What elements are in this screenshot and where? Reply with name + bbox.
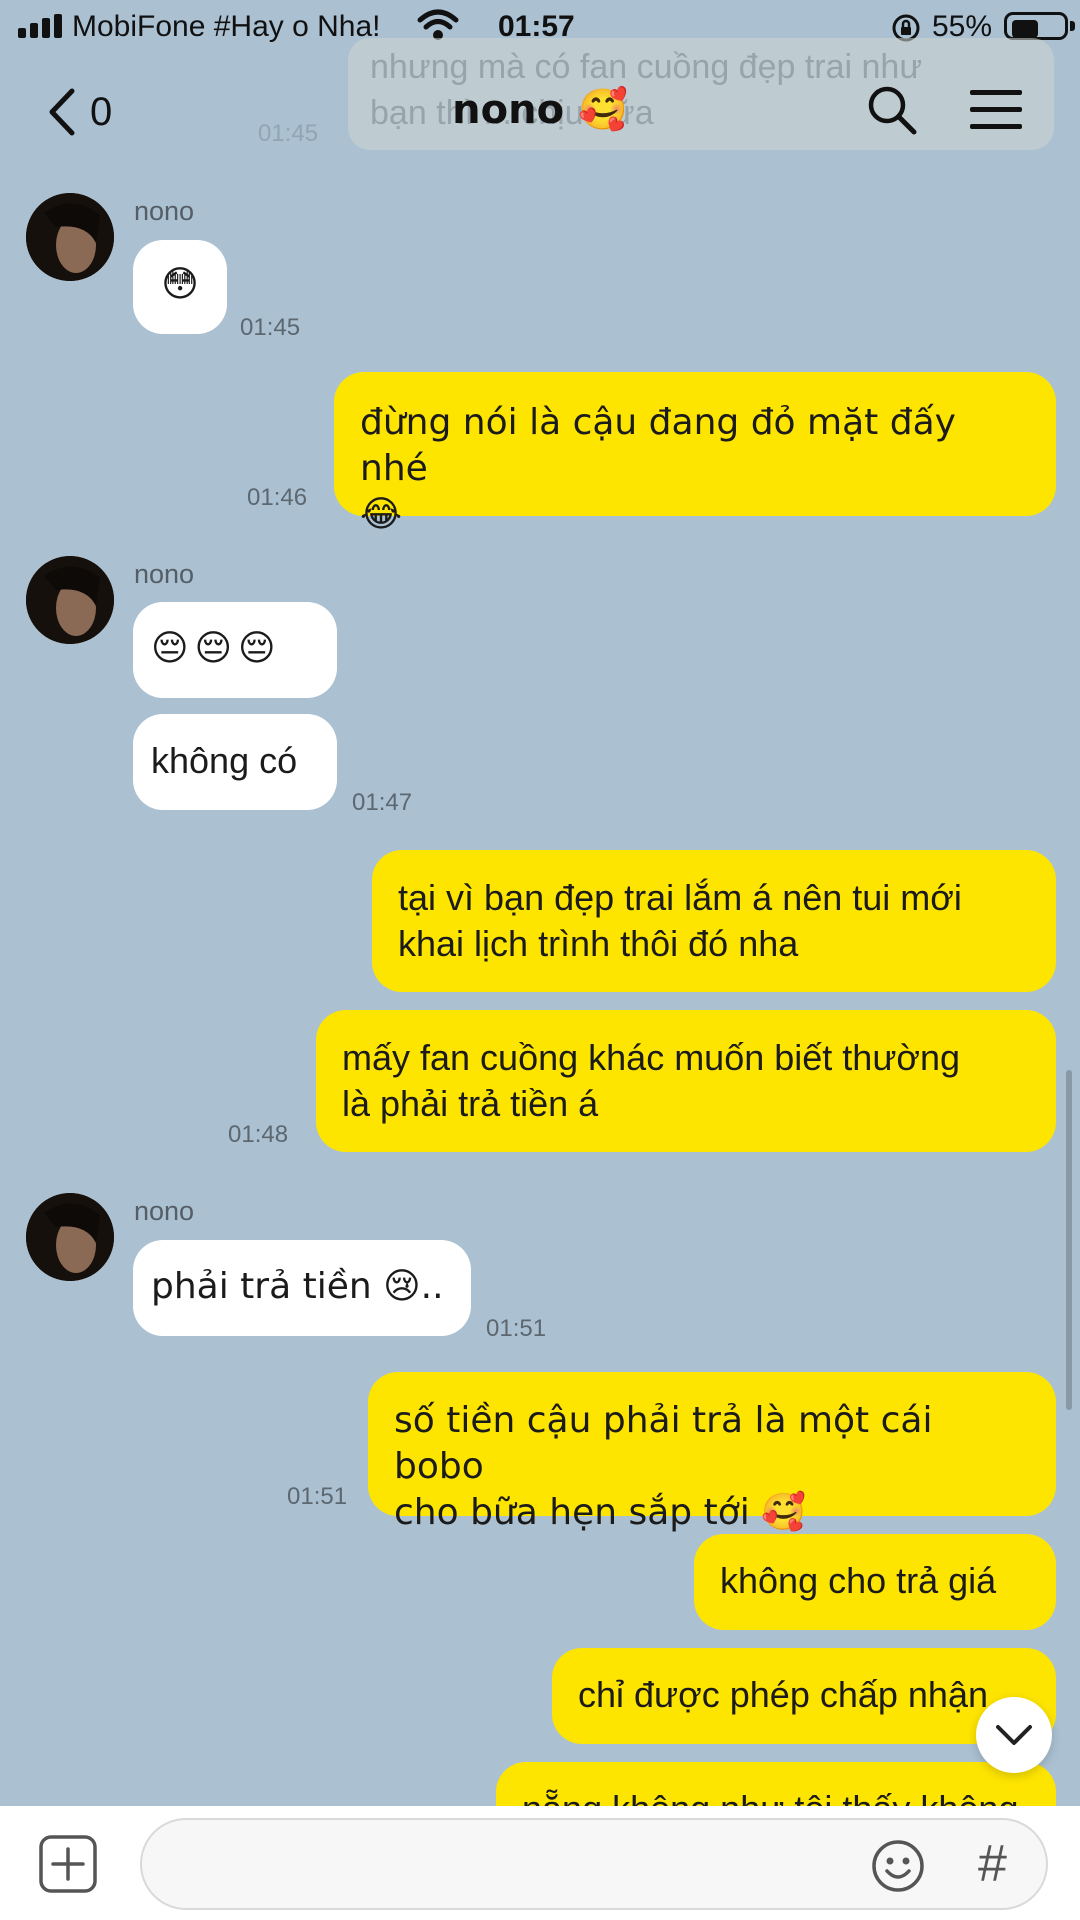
chat-title: nono 🥰 [452, 87, 628, 133]
message-bubble[interactable]: phải trả tiền 😢.. [133, 1240, 471, 1336]
carrier-name: MobiFone #Hay o Nha! [72, 10, 381, 43]
signal-bars-icon [18, 14, 62, 38]
avatar[interactable] [26, 556, 114, 644]
message-bubble[interactable]: 😳 [133, 240, 227, 334]
hashtag-button[interactable]: # [978, 1834, 1007, 1894]
message-bubble[interactable]: 😔😔😔 [133, 602, 337, 698]
plus-square-icon[interactable] [38, 1834, 98, 1899]
message-time: 01:51 [287, 1483, 348, 1510]
search-icon[interactable] [866, 84, 918, 141]
sender-name: nono [134, 559, 195, 589]
message-time: 01:47 [352, 789, 413, 816]
message-time: 01:51 [486, 1315, 547, 1342]
scrollbar[interactable] [1066, 1070, 1072, 1410]
avatar[interactable] [26, 193, 114, 281]
message-bubble[interactable]: số tiền cậu phải trả là một cái bobo cho… [368, 1372, 1056, 1533]
menu-icon[interactable] [968, 88, 1024, 137]
message-time: 01:45 [240, 314, 301, 341]
message-bubble[interactable]: tại vì bạn đẹp trai lắm á nên tui mới kh… [372, 850, 1056, 992]
battery-icon [1004, 12, 1075, 40]
message-time: 01:46 [247, 484, 308, 511]
message-time: 01:48 [228, 1121, 289, 1148]
scroll-to-bottom-button[interactable] [976, 1697, 1052, 1773]
message-bubble[interactable]: không có [133, 714, 337, 810]
message-bubble[interactable]: đừng nói là cậu đang đỏ mặt đấy nhé 😂 [334, 372, 1056, 535]
smiley-icon[interactable] [870, 1838, 926, 1899]
chevron-down-icon [996, 1725, 1032, 1745]
avatar[interactable] [26, 1193, 114, 1281]
message-bubble[interactable]: không cho trả giá [694, 1534, 1056, 1630]
sender-name: nono [134, 1196, 195, 1226]
sender-name: nono [134, 196, 195, 226]
message-bubble[interactable]: mấy fan cuồng khác muốn biết thường là p… [316, 1010, 1056, 1152]
